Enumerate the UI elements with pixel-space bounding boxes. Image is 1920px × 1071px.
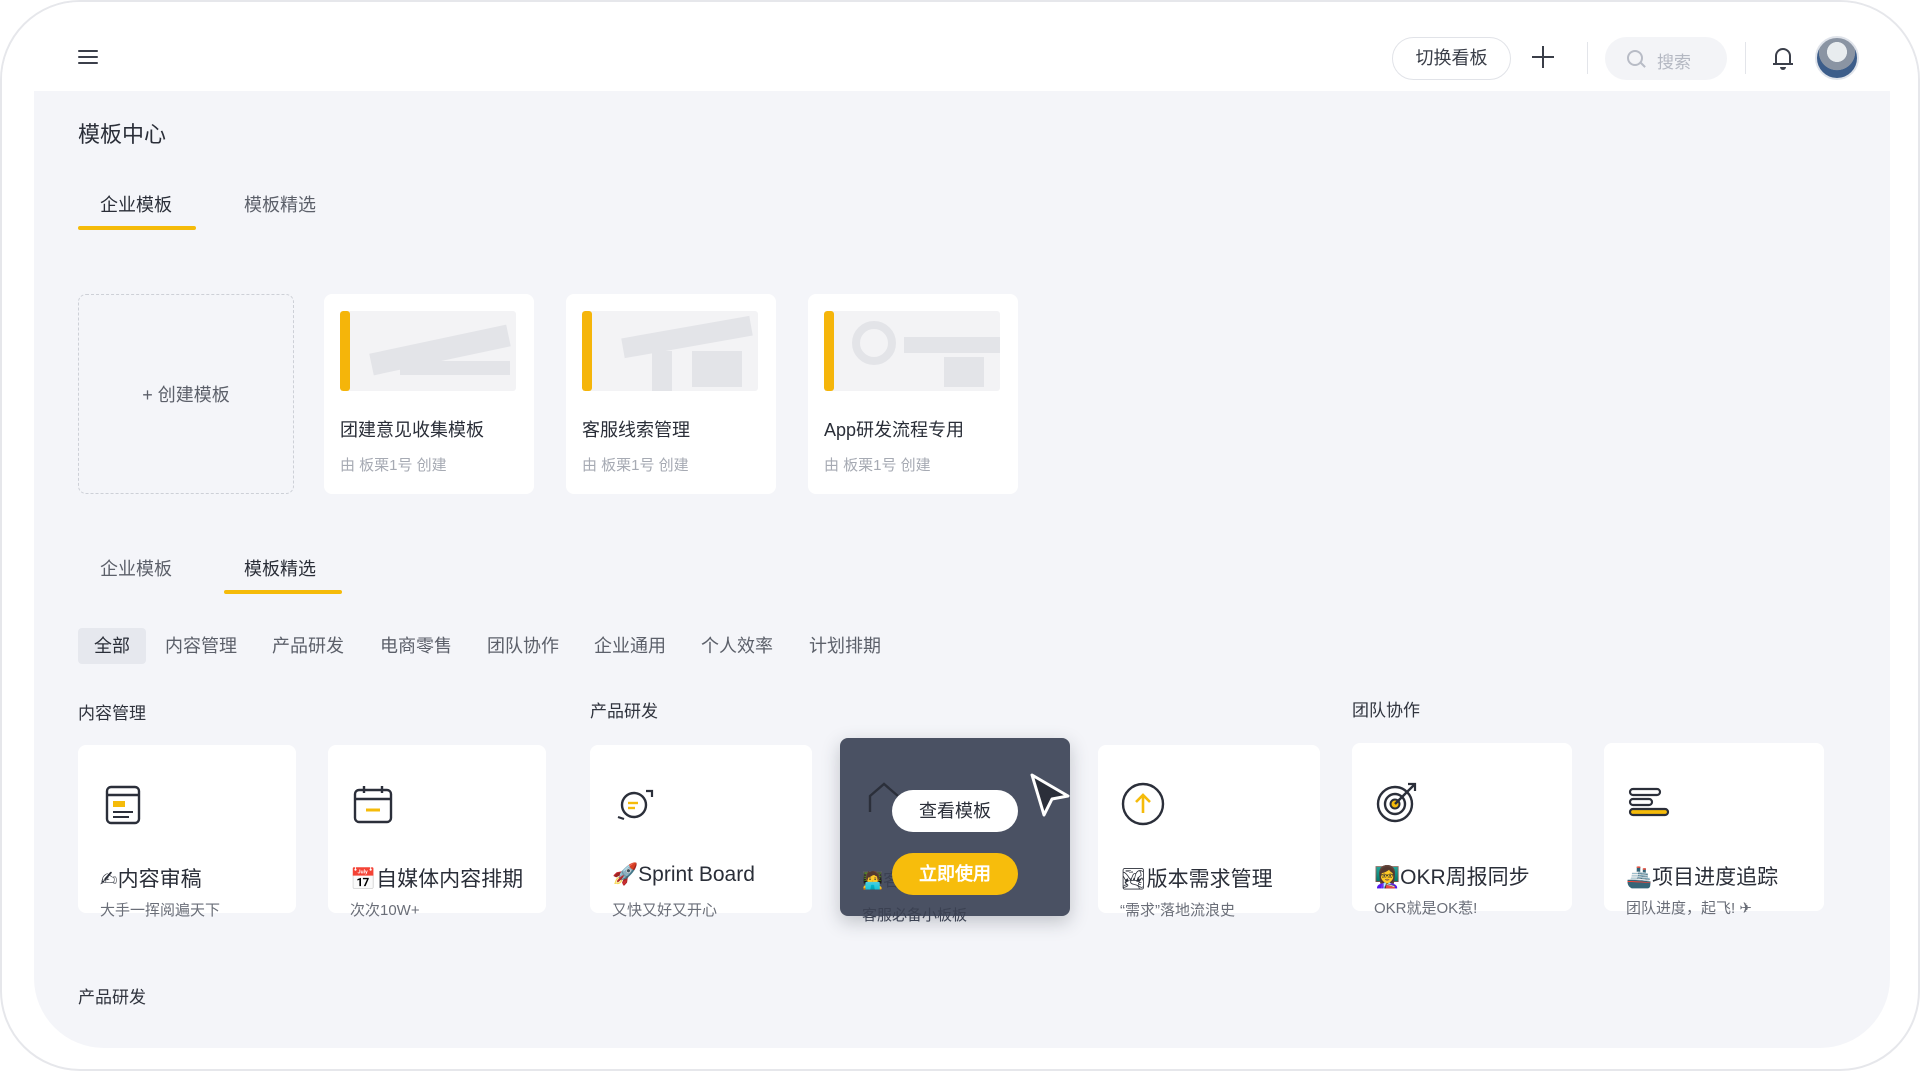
template-card-okr-weekly[interactable]: 👩‍🏫OKR周报同步 OKR就是OK惹! — [1352, 743, 1572, 917]
tab-enterprise-templates[interactable]: 企业模板 — [100, 555, 172, 581]
template-title: 客服线索管理 — [582, 420, 690, 440]
card-emoji-icon: 🚢 — [1626, 866, 1653, 889]
template-card-project-progress[interactable]: 🚢项目进度追踪 团队进度，起飞! ✈ — [1604, 743, 1824, 917]
page-title: 模板中心 — [78, 122, 167, 147]
card-title: Sprint Board — [638, 863, 755, 886]
template-creator: 由 板栗1号 创建 — [582, 457, 689, 474]
tab-enterprise-templates[interactable]: 企业模板 — [100, 191, 172, 217]
category-all[interactable]: 全部 — [78, 628, 146, 664]
template-card-media-schedule[interactable]: 📅自媒体内容排期 次次10W+ — [328, 745, 546, 919]
search-input[interactable]: 搜索 — [1605, 37, 1727, 80]
tab-featured-templates[interactable]: 模板精选 — [244, 191, 316, 217]
card-title: 自媒体内容排期 — [376, 868, 524, 891]
template-creator: 由 板栗1号 创建 — [340, 457, 447, 474]
divider — [1587, 42, 1588, 74]
category-ecommerce[interactable]: 电商零售 — [380, 628, 452, 664]
mouse-cursor-icon — [1030, 773, 1070, 817]
template-card-sprint-board[interactable]: 🚀Sprint Board 又快又好又开心 — [590, 745, 812, 919]
section-label: 内容管理 — [78, 704, 146, 723]
view-template-button[interactable]: 查看模板 — [892, 790, 1018, 832]
bell-icon[interactable] — [1773, 46, 1793, 70]
search-placeholder: 搜索 — [1657, 53, 1691, 72]
card-emoji-icon: 🚀 — [612, 863, 639, 886]
card-title: 项目进度追踪 — [1652, 866, 1779, 889]
card-description: 大手一挥阅遍天下 — [100, 902, 221, 919]
card-description: 团队进度，起飞! ✈ — [1626, 900, 1752, 917]
divider — [1745, 42, 1746, 74]
template-card-version-requirements[interactable]: 🏞版本需求管理 “需求”落地流浪史 — [1098, 745, 1320, 919]
create-template-card[interactable]: + 创建模板 — [78, 294, 294, 494]
template-creator: 由 板栗1号 创建 — [824, 457, 931, 474]
card-title: 内容审稿 — [117, 868, 202, 891]
card-description: “需求”落地流浪史 — [1120, 902, 1235, 919]
sprint-cycle-icon — [617, 789, 654, 821]
card-title: 版本需求管理 — [1146, 868, 1273, 891]
document-icon — [105, 785, 141, 825]
tab-underline — [78, 226, 196, 230]
category-team[interactable]: 团队协作 — [487, 628, 559, 664]
calendar-icon — [353, 786, 393, 824]
category-planning[interactable]: 计划排期 — [809, 628, 881, 664]
template-card-customer-service-hovered[interactable]: 🧑‍💻客服管理 客服必备小板板 查看模板 立即使用 — [840, 738, 1070, 924]
create-template-label: + 创建模板 — [142, 385, 230, 405]
section-label: 产品研发 — [78, 988, 146, 1007]
card-description: 客服必备小板板 — [862, 907, 968, 924]
template-card[interactable]: 客服线索管理 由 板栗1号 创建 — [566, 294, 776, 494]
category-enterprise[interactable]: 企业通用 — [594, 628, 666, 664]
add-icon[interactable] — [1530, 44, 1556, 70]
upload-arrow-icon — [1121, 782, 1165, 826]
template-thumbnail — [824, 311, 1000, 391]
category-content[interactable]: 内容管理 — [165, 628, 237, 664]
category-product[interactable]: 产品研发 — [272, 628, 344, 664]
search-icon — [1627, 50, 1643, 66]
template-thumbnail — [340, 311, 516, 391]
section-label: 产品研发 — [590, 702, 658, 721]
card-emoji-icon: ✍ — [100, 868, 118, 891]
avatar[interactable] — [1815, 36, 1859, 80]
card-emoji-icon: 📅 — [350, 868, 377, 891]
tab-featured-templates[interactable]: 模板精选 — [244, 555, 316, 581]
hamburger-menu-icon[interactable] — [78, 50, 98, 64]
card-emoji-icon: 👩‍🏫 — [1374, 866, 1401, 889]
target-icon — [1376, 782, 1417, 823]
card-emoji-icon: 🏞 — [1120, 868, 1147, 891]
card-description: 又快又好又开心 — [612, 902, 718, 919]
tab-underline — [224, 590, 342, 594]
top-bar: 切换看板 搜索 — [2, 2, 1918, 91]
template-card[interactable]: 团建意见收集模板 由 板栗1号 创建 — [324, 294, 534, 494]
template-center-panel: 模板中心 企业模板 模板精选 + 创建模板 团建意见收集模板 由 板栗1号 创建 — [34, 91, 1890, 1048]
template-card-content-review[interactable]: ✍内容审稿 大手一挥阅遍天下 — [78, 745, 296, 919]
template-title: 团建意见收集模板 — [340, 420, 484, 440]
card-description: OKR就是OK惹! — [1374, 900, 1478, 917]
gantt-bars-icon — [1628, 787, 1670, 817]
switch-board-button[interactable]: 切换看板 — [1392, 37, 1511, 80]
card-emoji-icon: 🧑‍💻 — [862, 871, 884, 890]
category-personal[interactable]: 个人效率 — [701, 628, 773, 664]
card-description: 次次10W+ — [350, 902, 420, 919]
app-window: 切换看板 搜索 模板中心 企业模板 模板精选 + 创建模板 团建意见收集模板 由… — [0, 0, 1920, 1071]
template-card[interactable]: App研发流程专用 由 板栗1号 创建 — [808, 294, 1018, 494]
section-label: 团队协作 — [1352, 701, 1420, 720]
use-now-button[interactable]: 立即使用 — [892, 853, 1018, 895]
card-title: OKR周报同步 — [1400, 866, 1530, 889]
template-title: App研发流程专用 — [824, 420, 965, 440]
template-thumbnail — [582, 311, 758, 391]
